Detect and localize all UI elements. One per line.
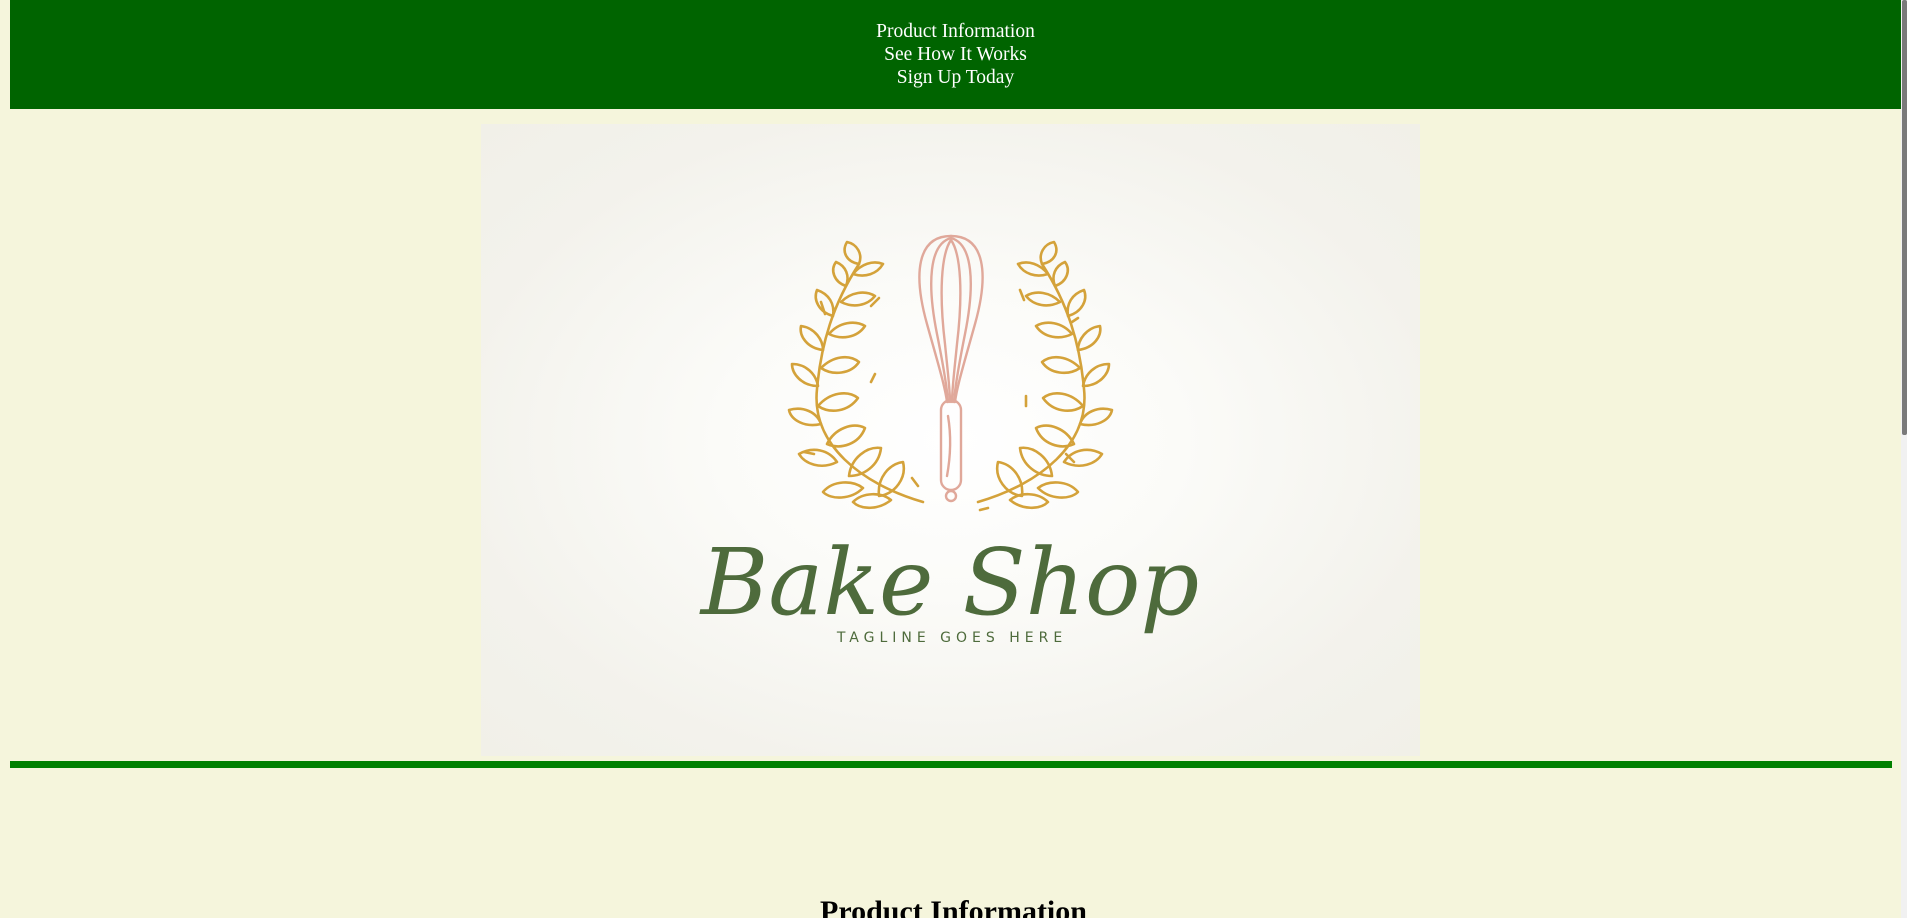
nav-link-sign-up-today[interactable]: Sign Up Today	[10, 66, 1901, 89]
scrollbar-thumb[interactable]	[1902, 0, 1907, 435]
section-divider	[10, 761, 1892, 768]
nav-link-see-how-it-works[interactable]: See How It Works	[10, 43, 1901, 66]
wheat-wreath-right-icon	[976, 240, 1114, 512]
section-heading-product-information: Product Information	[820, 895, 1087, 918]
page: Product Information See How It Works Sig…	[0, 0, 1907, 918]
brand-name: Bake Shop	[699, 529, 1199, 636]
whisk-icon	[918, 234, 984, 503]
hero-logo-image: Bake Shop TAGLINE GOES HERE	[481, 124, 1420, 756]
nav-link-product-information[interactable]: Product Information	[10, 20, 1901, 43]
tagline: TAGLINE GOES HERE	[836, 630, 1067, 646]
top-nav: Product Information See How It Works Sig…	[10, 0, 1901, 109]
wheat-wreath-left-icon	[787, 240, 925, 510]
